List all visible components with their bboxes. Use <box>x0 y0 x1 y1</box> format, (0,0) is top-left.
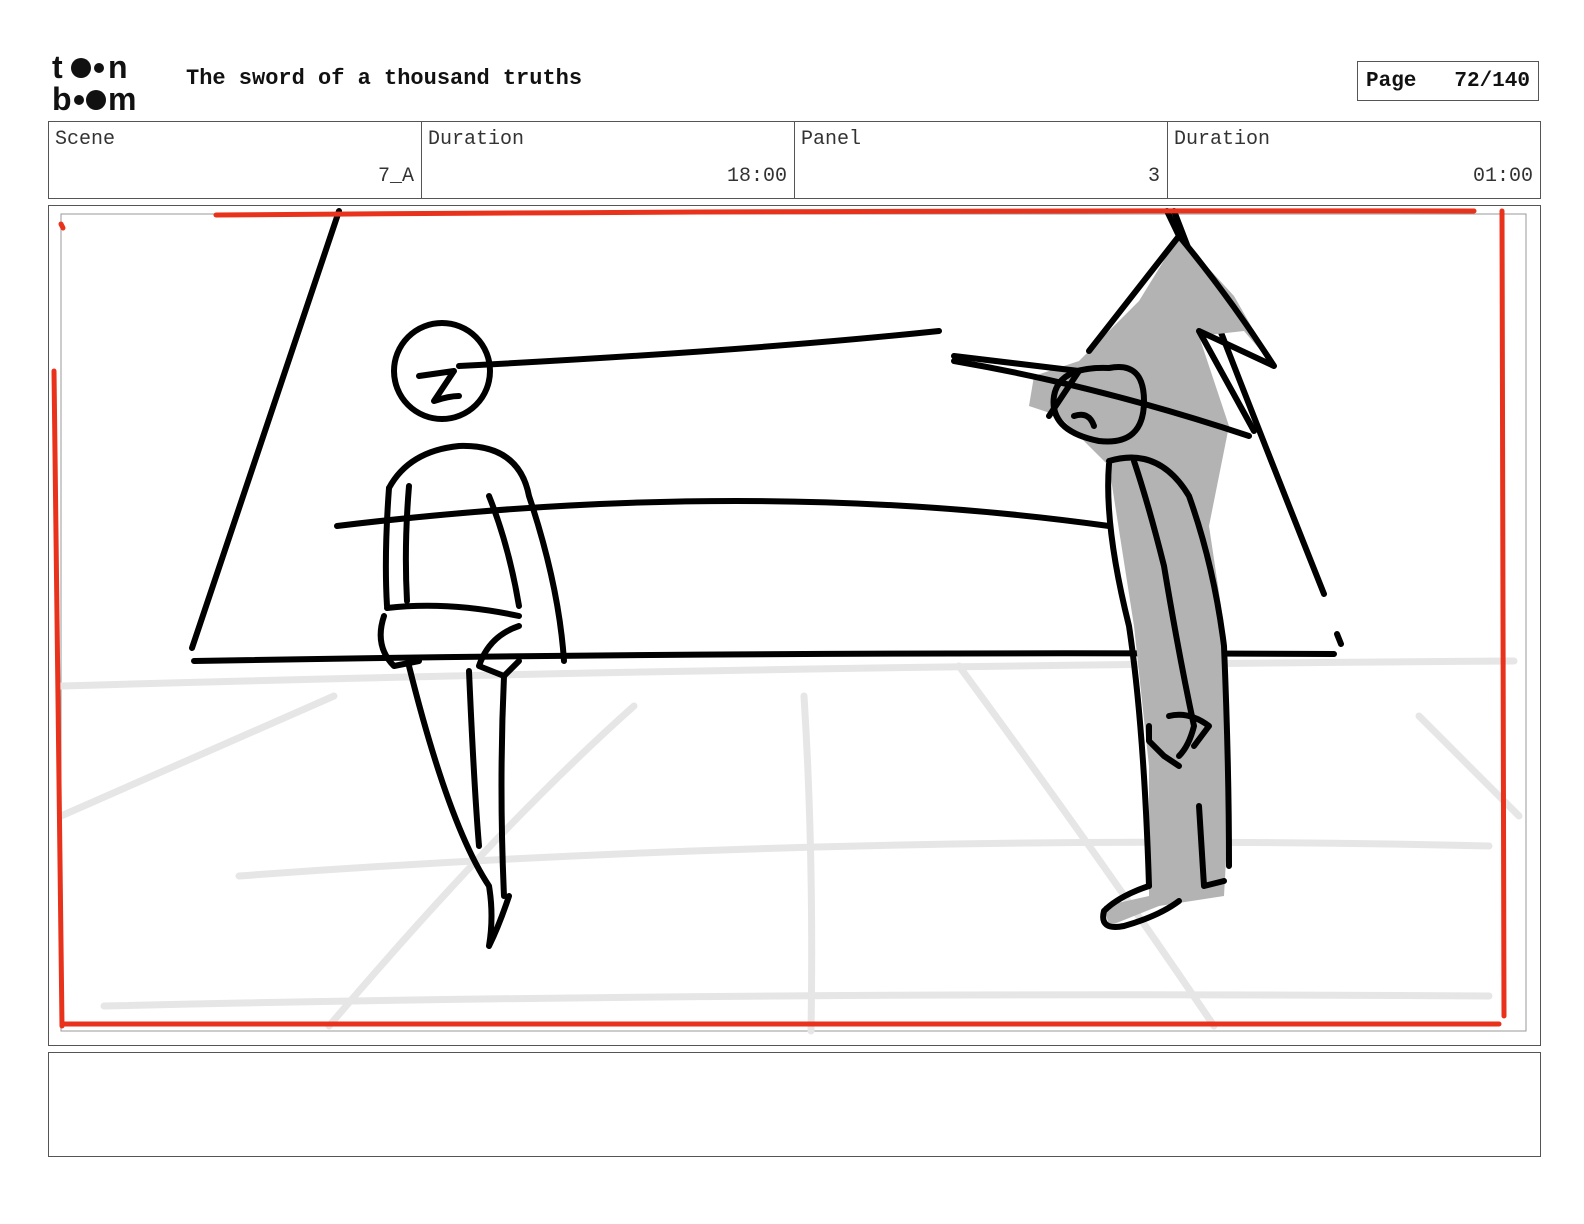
panel-duration-label: Duration <box>1174 128 1271 151</box>
camera-frame <box>60 213 1527 1032</box>
svg-text:n: n <box>108 50 128 85</box>
panel-duration-cell: Duration 01:00 <box>1168 122 1540 198</box>
panel-cell: Panel 3 <box>795 122 1168 198</box>
page-label: Page <box>1366 69 1417 93</box>
panel-sketch <box>51 208 1527 1035</box>
storyboard-panel <box>48 205 1541 1046</box>
panel-duration-value: 01:00 <box>1472 165 1533 188</box>
scene-duration-cell: Duration 18:00 <box>422 122 795 198</box>
panel-notes[interactable] <box>48 1052 1541 1157</box>
left-character <box>377 320 567 949</box>
right-character <box>951 208 1277 930</box>
scene-label: Scene <box>55 128 116 151</box>
scene-info-table: Scene 7_A Duration 18:00 Panel 3 Duratio… <box>48 121 1541 199</box>
page-indicator: Page 72/140 <box>1357 61 1539 101</box>
scene-duration-label: Duration <box>428 128 525 151</box>
svg-text:b: b <box>52 81 72 114</box>
panel-label: Panel <box>801 128 862 151</box>
svg-text:m: m <box>108 81 136 114</box>
page-number: 72/140 <box>1454 69 1530 93</box>
floor-grid <box>57 657 1523 1035</box>
safe-frame <box>51 208 1507 1029</box>
scene-cell: Scene 7_A <box>49 122 422 198</box>
storyboard-title: The sword of a thousand truths <box>186 66 583 91</box>
svg-text:t: t <box>52 50 63 85</box>
scene-value: 7_A <box>377 165 414 188</box>
scene-duration-value: 18:00 <box>726 165 787 188</box>
panel-value: 3 <box>1147 165 1160 188</box>
toonboom-logo: t n b m <box>52 49 164 117</box>
